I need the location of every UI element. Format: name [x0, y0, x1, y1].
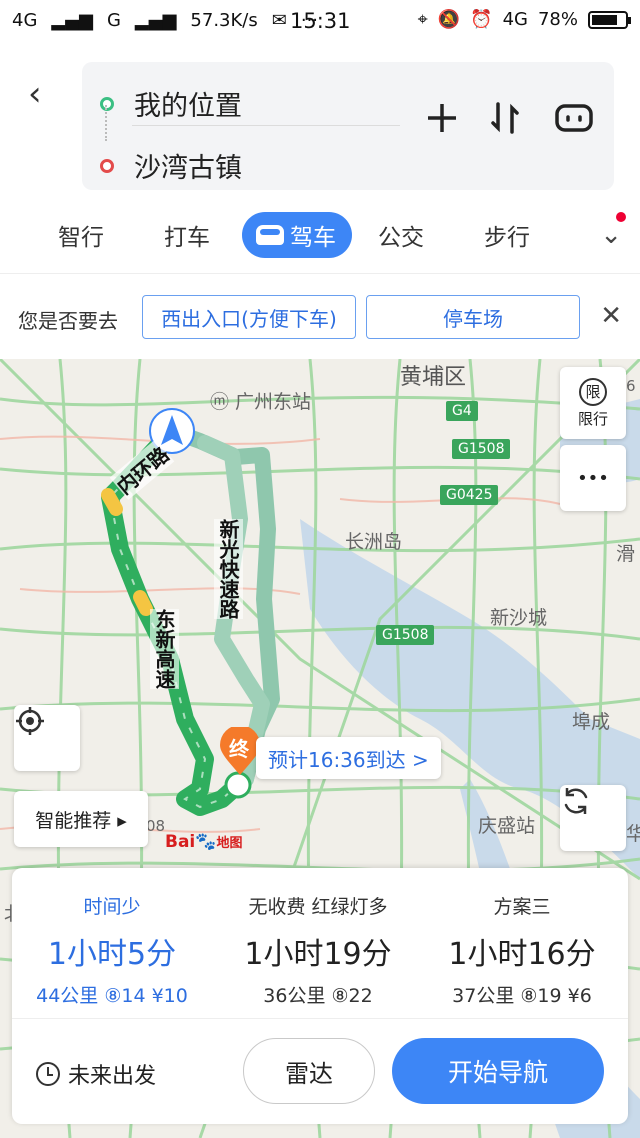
destination-suggestion-bar: 您是否要去 西出入口(方便下车) 停车场 ✕: [0, 275, 640, 359]
status-bar: 4G ▂▄▆ G ▂▄▆ 57.3K/s ✉ ··· 15:31 ⌖ 🔕 ⏰ 4…: [0, 0, 640, 44]
plan-info: 44公里 ⑧14 ¥10: [36, 985, 188, 1007]
plan-option-1[interactable]: 时间少 1小时5分 44公里 ⑧14 ¥10: [12, 892, 212, 1008]
divider: [12, 1018, 628, 1019]
chevron-down-icon[interactable]: ⌄: [600, 220, 622, 250]
plan-title: 时间少: [83, 896, 141, 918]
tab-drive[interactable]: 驾车: [242, 212, 352, 258]
destination-dot-icon: [100, 158, 114, 173]
tab-taxi[interactable]: 打车: [164, 218, 210, 252]
clock: 15:31: [290, 9, 351, 33]
highway-badge: G1508: [376, 625, 435, 645]
area-label: 08: [146, 817, 166, 835]
tab-zhixing[interactable]: 智行: [58, 218, 104, 252]
locate-icon[interactable]: [14, 705, 80, 771]
road-name-dongxin: 东新高速: [150, 609, 179, 689]
signal-bars-icon: ▂▄▆: [51, 10, 93, 31]
plan-option-3[interactable]: 方案三 1小时16分 37公里 ⑧19 ¥6: [422, 892, 622, 1008]
smart-recommend-button[interactable]: 智能推荐 ▸: [14, 791, 148, 847]
route-connector: [105, 105, 109, 141]
logo-map: 地图: [216, 836, 243, 851]
eta-bubble[interactable]: 预计16:36到达 >: [256, 737, 441, 779]
depart-later-label: 未来出发: [68, 1064, 157, 1089]
refresh-icon[interactable]: [560, 785, 626, 851]
more-options-button[interactable]: •••: [560, 445, 626, 511]
clock-icon: [36, 1062, 60, 1086]
origin-field[interactable]: 我的位置: [100, 84, 242, 123]
station-label: 庆盛站: [478, 815, 536, 837]
origin-text: 我的位置: [134, 91, 242, 122]
signal-label-2: G: [106, 10, 121, 31]
signal-label: 4G: [12, 10, 38, 31]
signal-label-3: 4G: [502, 9, 528, 30]
plan-option-2[interactable]: 无收费 红绿灯多 1小时19分 36公里 ⑧22: [218, 892, 418, 1008]
notification-dot: [616, 212, 626, 222]
mute-icon: 🔕: [437, 9, 461, 30]
suggestion-label: 您是否要去: [18, 309, 118, 333]
route-header: ‹ 我的位置 沙湾古镇: [0, 44, 640, 204]
suggest-parking[interactable]: 停车场: [366, 295, 580, 339]
traffic-slow: [101, 488, 123, 516]
plan-duration: 1小时5分: [47, 937, 177, 972]
radar-button[interactable]: 雷达: [243, 1038, 375, 1104]
plan-duration: 1小时19分: [244, 937, 392, 972]
link-icon[interactable]: [554, 102, 594, 142]
plan-duration: 1小时16分: [448, 937, 596, 972]
destination-text: 沙湾古镇: [134, 153, 242, 184]
area-label: 6: [626, 377, 636, 395]
district-label: 黄埔区: [400, 365, 467, 390]
tab-walk[interactable]: 步行: [484, 218, 530, 252]
depart-later-button[interactable]: 未来出发: [36, 1058, 156, 1090]
highway-badge: G0425: [440, 485, 499, 505]
plan-info: 37公里 ⑧19 ¥6: [452, 985, 592, 1007]
route-inputs: 我的位置 沙湾古镇: [82, 62, 614, 190]
tab-transit[interactable]: 公交: [378, 218, 424, 252]
area-label: 埠成: [572, 711, 611, 733]
route-plans-card: 时间少 1小时5分 44公里 ⑧14 ¥10 无收费 红绿灯多 1小时19分 3…: [12, 868, 628, 1124]
location-icon: ⌖: [417, 9, 428, 30]
car-icon: [256, 225, 284, 245]
traffic-slow: [133, 590, 153, 616]
signal-bars-icon: ▂▄▆: [134, 10, 177, 31]
paw-icon: 🐾: [195, 832, 217, 852]
baidu-map-logo: Bai🐾du地图: [165, 832, 242, 852]
suggest-west-entrance[interactable]: 西出入口(方便下车): [142, 295, 356, 339]
chevron-left-icon[interactable]: ‹: [28, 74, 42, 114]
swap-icon[interactable]: [490, 102, 520, 142]
plan-title: 方案三: [493, 896, 551, 918]
area-label: 新沙城: [490, 607, 548, 629]
area-label: 滑: [616, 543, 636, 565]
station-label: 广州东站: [235, 391, 312, 413]
station-icon: ⓜ: [210, 391, 236, 413]
restriction-icon: 限: [579, 377, 607, 406]
start-navigation-button[interactable]: 开始导航: [392, 1038, 604, 1104]
network-speed: 57.3K/s: [190, 10, 258, 31]
battery-percent: 78%: [537, 9, 578, 30]
divider: [132, 125, 400, 126]
plan-title: 无收费 红绿灯多: [248, 896, 388, 918]
tab-drive-label: 驾车: [290, 225, 336, 251]
poi-label: ⓜ 广州东站: [210, 387, 311, 414]
highway-badge: G4: [446, 401, 478, 421]
restriction-label: 限行: [577, 409, 608, 428]
alarm-icon: ⏰: [470, 9, 493, 30]
road-name-xinguang: 新光快速路: [214, 519, 243, 619]
highway-badge: G1508: [452, 439, 511, 459]
plan-info: 36公里 ⑧22: [263, 985, 373, 1007]
transport-mode-tabs: 智行 打车 驾车 公交 步行 ⌄: [0, 204, 640, 274]
traffic-restriction-button[interactable]: 限 限行: [560, 367, 626, 439]
message-icon: ✉: [271, 10, 287, 31]
area-label: 华: [626, 823, 640, 845]
island-label: 长洲岛: [345, 531, 403, 553]
logo-text: Bai: [165, 832, 196, 852]
close-icon[interactable]: ✕: [600, 301, 622, 331]
battery-icon: [588, 10, 631, 29]
end-label: 终: [229, 737, 249, 761]
plus-icon[interactable]: [426, 102, 458, 142]
destination-field[interactable]: 沙湾古镇: [100, 146, 242, 185]
